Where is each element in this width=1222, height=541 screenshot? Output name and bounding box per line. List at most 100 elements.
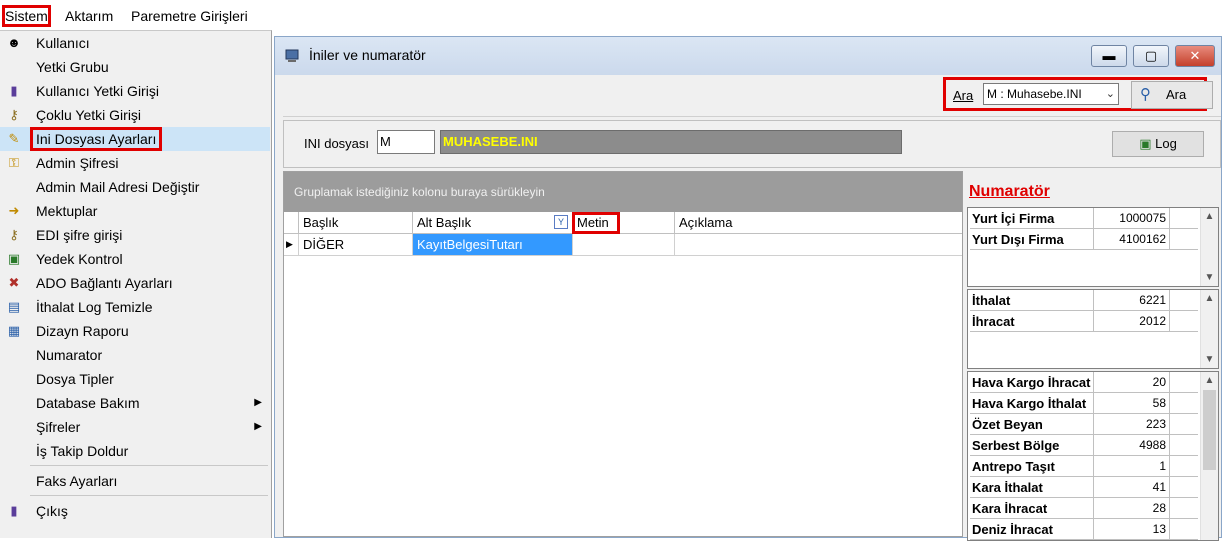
letter-icon: ➜ <box>8 203 20 218</box>
chevron-down-icon[interactable]: ▼ <box>1201 351 1218 368</box>
list-item[interactable]: Antrepo Taşıt 1 <box>970 456 1198 477</box>
table-row[interactable]: ▶ DİĞER KayıtBelgesiTutarı <box>284 234 962 256</box>
iniler-window: İniler ve numaratör ▬ ▢ ✕ Ara M : Muhase… <box>274 36 1222 541</box>
list-item[interactable]: Yurt Dışı Firma 4100162 <box>970 229 1198 250</box>
list-item[interactable]: Kara İhracat 28 <box>970 498 1198 519</box>
menu-item-faks-ayarlari[interactable]: Faks Ayarları <box>0 469 270 493</box>
filter-icon[interactable]: Y <box>554 215 568 229</box>
numarator-group-beyan: Hava Kargo İhracat 20 Hava Kargo İthalat… <box>967 371 1219 541</box>
group-by-panel[interactable]: Gruplamak istediğiniz kolonu buraya sürü… <box>284 172 962 212</box>
maximize-icon: ▢ <box>1144 48 1158 63</box>
maximize-button[interactable]: ▢ <box>1133 45 1169 67</box>
menu-item-admin-mail[interactable]: Admin Mail Adresi Değiştir <box>0 175 270 199</box>
scrollbar[interactable]: ▲ <box>1200 372 1218 540</box>
menu-item-yedek-kontrol[interactable]: ▣ Yedek Kontrol <box>0 247 270 271</box>
menubar: Sistem Aktarım Paremetre Girişleri <box>0 0 1222 30</box>
user-key-icon: ▮ <box>10 83 18 98</box>
list-item[interactable]: İthalat 6221 <box>970 290 1198 311</box>
menu-item-edi-sifre[interactable]: ⚷ EDI şifre girişi <box>0 223 270 247</box>
window-title: İniler ve numaratör <box>309 47 426 63</box>
scrollbar[interactable]: ▲ ▼ <box>1200 208 1218 286</box>
menu-separator <box>30 465 268 466</box>
edi-key-icon: ⚷ <box>9 227 19 242</box>
close-button[interactable]: ✕ <box>1175 45 1215 67</box>
close-icon: ✕ <box>1189 48 1201 63</box>
menu-item-numarator[interactable]: Numarator <box>0 343 270 367</box>
ini-code-input[interactable]: M <box>377 130 435 154</box>
list-item[interactable]: Hava Kargo İthalat 58 <box>970 393 1198 414</box>
menu-item-dizayn-raporu[interactable]: ▦ Dizayn Raporu <box>0 319 270 343</box>
submenu-arrow-icon: ▶ <box>254 421 262 432</box>
row-indicator-icon: ▶ <box>286 239 293 249</box>
menu-item-coklu-yetki-girisi[interactable]: ⚷ Çoklu Yetki Girişi <box>0 103 270 127</box>
column-aciklama[interactable]: Açıklama <box>674 212 962 234</box>
scrollbar[interactable]: ▲ ▼ <box>1200 290 1218 368</box>
log-icon: ▣ <box>1139 136 1152 151</box>
cell-metin[interactable] <box>572 234 674 255</box>
submenu-arrow-icon: ▶ <box>254 397 262 408</box>
menu-sistem[interactable]: Sistem <box>2 5 51 27</box>
chevron-up-icon[interactable]: ▲ <box>1201 208 1218 225</box>
sistem-dropdown-menu: ☻ Kullanıcı Yetki Grubu ▮ Kullanıcı Yetk… <box>0 30 272 538</box>
log-clean-icon: ▤ <box>7 299 21 314</box>
list-item[interactable]: İhracat 2012 <box>970 311 1198 332</box>
menu-parametre-girisleri[interactable]: Paremetre Girişleri <box>128 5 251 27</box>
scrollbar-thumb[interactable] <box>1203 390 1216 470</box>
menu-item-kullanici-yetki-girisi[interactable]: ▮ Kullanıcı Yetki Girişi <box>0 79 270 103</box>
menu-separator <box>30 495 268 496</box>
menu-item-ado-baglanti[interactable]: ✖ ADO Bağlantı Ayarları <box>0 271 270 295</box>
menu-item-ithalat-log-temizle[interactable]: ▤ İthalat Log Temizle <box>0 295 270 319</box>
grid-header: Başlık Alt Başlık Y Metin Açıklama <box>284 212 962 234</box>
menu-item-database-bakim[interactable]: Database Bakım ▶ <box>0 391 270 415</box>
menu-item-is-takip-doldur[interactable]: İş Takip Doldur <box>0 439 270 463</box>
ini-file-name: MUHASEBE.INI <box>440 130 902 154</box>
chevron-up-icon[interactable]: ▲ <box>1201 372 1218 389</box>
column-metin[interactable]: Metin <box>572 212 620 234</box>
list-item[interactable]: Deniz İhracat 13 <box>970 519 1198 540</box>
minimize-button[interactable]: ▬ <box>1091 45 1127 67</box>
cell-baslik[interactable]: DİĞER <box>298 234 412 255</box>
connection-icon: ✖ <box>8 275 20 290</box>
numarator-panel: Numaratör Yurt İçi Firma 1000075 Yurt Dı… <box>965 171 1221 541</box>
chevron-up-icon[interactable]: ▲ <box>1201 290 1218 307</box>
search-icon: ⚲ <box>1140 86 1151 103</box>
cell-aciklama[interactable] <box>674 234 962 255</box>
numarator-group-ithalat-ihracat: İthalat 6221 İhracat 2012 ▲ ▼ <box>967 289 1219 369</box>
backup-icon: ▣ <box>7 251 21 266</box>
minimize-icon: ▬ <box>1102 48 1116 63</box>
search-toolbar: Ara M : Muhasebe.INI ⌄ ⚲ Ara <box>283 75 1221 117</box>
ini-grid: Gruplamak istediğiniz kolonu buraya sürü… <box>283 171 963 537</box>
menu-item-ini-dosyasi-ayarlari[interactable]: ✎ Ini Dosyası Ayarları <box>0 127 270 151</box>
log-button[interactable]: ▣ Log <box>1112 131 1204 157</box>
column-baslik[interactable]: Başlık <box>298 212 412 234</box>
list-item[interactable]: Hava Kargo İhracat 20 <box>970 372 1198 393</box>
numarator-title: Numaratör <box>969 183 1050 200</box>
list-item[interactable]: Kara İthalat 41 <box>970 477 1198 498</box>
list-item[interactable]: Özet Beyan 223 <box>970 414 1198 435</box>
ini-file-row: INI dosyası M MUHASEBE.INI ▣ Log <box>283 120 1221 168</box>
window-titlebar[interactable]: İniler ve numaratör ▬ ▢ ✕ <box>275 37 1221 75</box>
column-alt-baslik[interactable]: Alt Başlık Y <box>412 212 572 234</box>
search-select[interactable]: M : Muhasebe.INI ⌄ <box>983 83 1119 105</box>
menu-item-sifreler[interactable]: Şifreler ▶ <box>0 415 270 439</box>
search-button[interactable]: ⚲ Ara <box>1131 81 1213 109</box>
search-label: Ara <box>953 88 974 103</box>
list-item[interactable]: Serbest Bölge 4988 <box>970 435 1198 456</box>
menu-aktarim[interactable]: Aktarım <box>62 5 116 27</box>
menu-item-kullanici[interactable]: ☻ Kullanıcı <box>0 31 270 55</box>
menu-item-cikis[interactable]: ▮ Çıkış <box>0 499 270 523</box>
menu-item-admin-sifresi[interactable]: ⚿ Admin Şifresi <box>0 151 270 175</box>
menu-item-yetki-grubu[interactable]: Yetki Grubu <box>0 55 270 79</box>
menu-item-dosya-tipler[interactable]: Dosya Tipler <box>0 367 270 391</box>
list-item[interactable]: Yurt İçi Firma 1000075 <box>970 208 1198 229</box>
chevron-down-icon[interactable]: ▼ <box>1201 269 1218 286</box>
cell-alt-baslik[interactable]: KayıtBelgesiTutarı <box>412 234 572 255</box>
menu-item-mektuplar[interactable]: ➜ Mektuplar <box>0 199 270 223</box>
row-indicator-header <box>284 212 298 234</box>
ini-file-label: INI dosyası <box>304 136 370 151</box>
numarator-group-firma: Yurt İçi Firma 1000075 Yurt Dışı Firma 4… <box>967 207 1219 287</box>
user-icon: ☻ <box>7 35 21 50</box>
exit-icon: ▮ <box>10 503 18 518</box>
window-app-icon <box>285 49 299 62</box>
multi-key-icon: ⚷ <box>9 107 19 122</box>
